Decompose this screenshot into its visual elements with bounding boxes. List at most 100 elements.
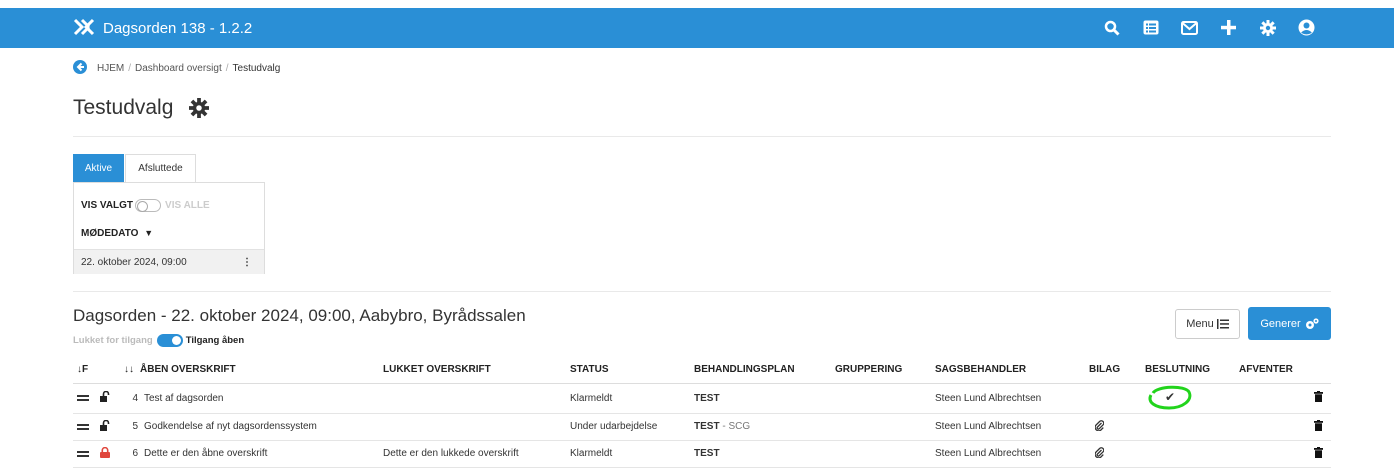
attachment-cell [1085, 383, 1141, 414]
trash-icon[interactable] [1313, 419, 1323, 431]
unlock-icon[interactable] [99, 390, 111, 405]
open-heading-text[interactable]: Godkendelse af nyt dagsordenssystem [144, 421, 317, 432]
gear-icon[interactable] [1258, 18, 1277, 37]
item-number: 5 [132, 421, 138, 432]
status-cell: Klarmeldt [566, 440, 690, 468]
table-row[interactable]: 5 Godkendelse af nyt dagsordenssystem Und… [73, 413, 1331, 441]
plus-icon[interactable] [1219, 18, 1238, 37]
decision-highlight: ✔ [1145, 384, 1195, 410]
group-cell [831, 413, 931, 441]
menu-button[interactable]: Menu [1175, 309, 1240, 339]
meeting-row[interactable]: 22. oktober 2024, 09:00 ⋮ [74, 249, 264, 274]
closed-heading-cell: Dette er den lukkede overskrift [379, 440, 566, 468]
divider [73, 291, 1331, 292]
drag-handle-icon[interactable] [77, 450, 89, 457]
status-column-header[interactable]: STATUS [566, 357, 690, 384]
paperclip-icon[interactable] [1094, 419, 1105, 431]
pending-cell [1235, 440, 1305, 468]
drag-handle-icon[interactable] [77, 423, 89, 430]
menu-button-label: Menu [1186, 318, 1214, 330]
app-brand[interactable]: Dagsorden 138 - 1.2.2 [73, 18, 252, 38]
decision-cell[interactable] [1141, 413, 1235, 441]
sort-amount-icon: ↓F [77, 364, 89, 376]
cogs-icon [1305, 317, 1319, 329]
plan-extra: - SCG [719, 421, 751, 432]
status-cell: Under udarbejdelse [566, 413, 690, 441]
paperclip-icon[interactable] [1094, 446, 1105, 458]
lock-icon[interactable] [99, 446, 110, 461]
generate-button-label: Generer [1260, 317, 1301, 330]
back-arrow-icon[interactable] [73, 60, 87, 77]
sort-down-icon: ▼ [144, 228, 154, 238]
unlock-icon[interactable] [99, 419, 111, 434]
closed-heading-cell [379, 383, 566, 414]
view-toggle-switch[interactable] [135, 199, 162, 212]
attachment-column-header[interactable]: BILAG [1085, 357, 1141, 384]
open-heading-text[interactable]: Dette er den åbne overskrift [144, 448, 267, 459]
group-column-header[interactable]: GRUPPERING [831, 357, 931, 384]
tab-aktive[interactable]: Aktive [73, 154, 124, 182]
mail-icon[interactable] [1180, 18, 1199, 37]
plan-text: TEST [694, 421, 720, 432]
meeting-date: 22. oktober 2024, 09:00 [81, 256, 187, 268]
plan-text: TEST [694, 392, 720, 404]
list-ol-icon [1216, 319, 1229, 329]
sort-by-date-header[interactable]: MØDEDATO ▼ [81, 228, 153, 239]
breadcrumb-home[interactable]: HJEM [97, 63, 124, 74]
open-heading-column-header[interactable]: ↓↓ ÅBEN OVERSKRIFT [120, 357, 379, 384]
tab-afsluttede[interactable]: Afsluttede [125, 154, 196, 182]
breadcrumb: HJEM / Dashboard oversigt / Testudvalg [73, 60, 280, 77]
sort-column-header[interactable]: ↓F [73, 357, 120, 384]
divider [73, 136, 1331, 137]
access-closed-label: Lukket for tilgang [73, 335, 153, 346]
breadcrumb-dashboard[interactable]: Dashboard oversigt [135, 63, 222, 74]
user-icon[interactable] [1297, 18, 1316, 37]
open-heading-cell: 6 Dette er den åbne overskrift [120, 440, 379, 468]
handler-cell: Steen Lund Albrechtsen [931, 413, 1085, 441]
list-icon[interactable] [1141, 18, 1160, 37]
settings-gear-icon[interactable] [189, 98, 210, 118]
handler-cell: Steen Lund Albrechtsen [931, 440, 1085, 468]
breadcrumb-separator: / [225, 63, 229, 74]
top-navbar: Dagsorden 138 - 1.2.2 [0, 8, 1394, 48]
vis-valgt-label: VIS VALGT [81, 200, 134, 211]
attachment-cell [1085, 413, 1141, 441]
drag-handle-icon[interactable] [77, 395, 89, 401]
group-cell [831, 383, 931, 414]
row-controls [73, 413, 120, 441]
generate-button[interactable]: Generer [1248, 307, 1331, 340]
plan-cell: TEST - SCG [690, 413, 831, 441]
trash-icon[interactable] [1313, 446, 1323, 458]
attachment-cell [1085, 440, 1141, 468]
decision-cell[interactable]: ✔ [1141, 383, 1235, 414]
access-toggle-row: Lukket for tilgang Tilgang åben [73, 334, 244, 347]
group-cell [831, 440, 931, 468]
app-title: Dagsorden 138 - 1.2.2 [103, 19, 253, 37]
order-icon: ↓↓ [124, 364, 134, 376]
actions-cell [1305, 383, 1331, 414]
access-toggle-switch[interactable] [156, 334, 183, 347]
closed-heading-column-header[interactable]: LUKKET OVERSKRIFT [379, 357, 566, 384]
decision-column-header[interactable]: BESLUTNING [1141, 357, 1235, 384]
decision-cell[interactable] [1141, 440, 1235, 468]
plan-text: TEST [694, 448, 720, 459]
handler-cell: Steen Lund Albrechtsen [931, 383, 1085, 414]
table-row[interactable]: 6 Dette er den åbne overskrift Dette er d… [73, 440, 1331, 468]
open-heading-cell: 4 Test af dagsorden [120, 383, 379, 414]
page-title: Testudvalg [73, 96, 174, 119]
actions-cell [1305, 440, 1331, 468]
open-heading-text[interactable]: Test af dagsorden [144, 393, 224, 404]
table-row[interactable]: 4 Test af dagsorden Klarmeldt TEST Steen … [73, 383, 1331, 414]
plan-column-header[interactable]: BEHANDLINGSPLAN [690, 357, 831, 384]
search-icon[interactable] [1102, 18, 1121, 37]
handler-column-header[interactable]: SAGSBEHANDLER [931, 357, 1085, 384]
pending-column-header[interactable]: AFVENTER [1235, 357, 1305, 384]
vis-alle-label: VIS ALLE [165, 200, 210, 211]
access-open-label: Tilgang åben [185, 335, 245, 346]
agenda-table: ↓F ↓↓ ÅBEN OVERSKRIFT LUKKET OVERSKRIFT S… [73, 357, 1331, 468]
kebab-menu-icon[interactable]: ⋮ [242, 257, 252, 268]
trash-icon[interactable] [1313, 391, 1323, 402]
pending-cell [1235, 383, 1305, 414]
row-controls [73, 383, 120, 414]
sort-label: MØDEDATO [81, 228, 139, 239]
